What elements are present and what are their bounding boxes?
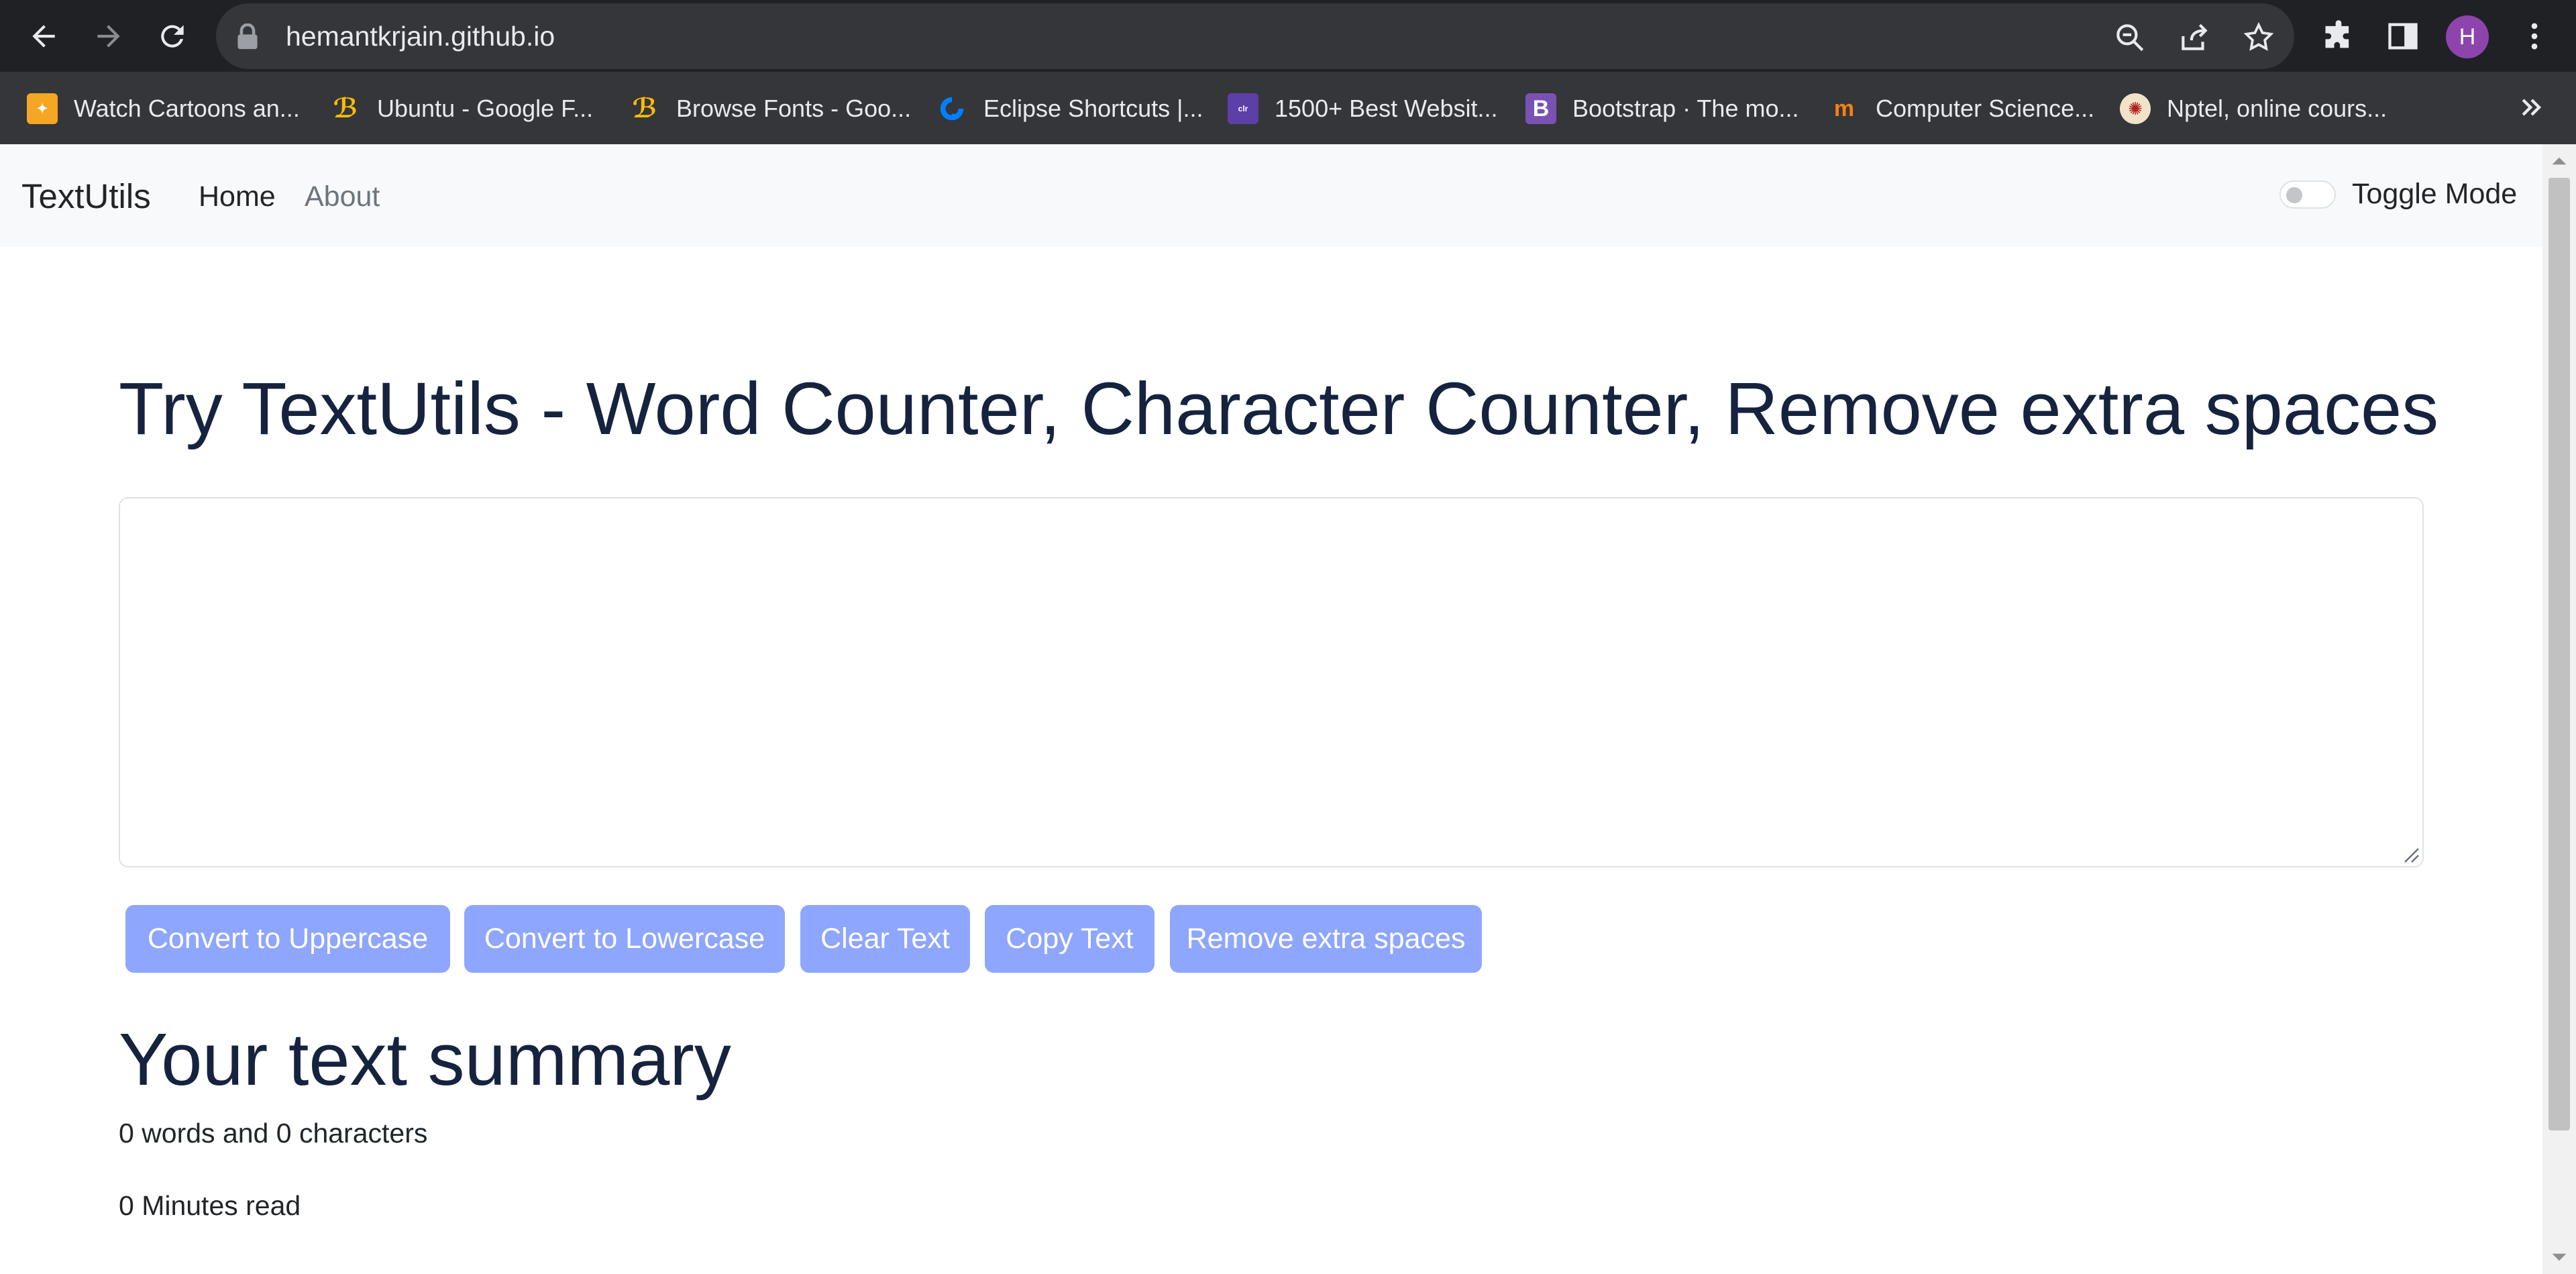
bookmark-ubuntu-google-fonts[interactable]: ℬ Ubuntu - Google F...	[330, 90, 593, 127]
toggle-mode-label[interactable]: Toggle Mode	[2352, 174, 2517, 214]
bookmark-eclipse-shortcuts[interactable]: Eclipse Shortcuts |...	[936, 90, 1203, 127]
moodle-favicon: m	[1833, 95, 1855, 121]
scroll-down-arrow-icon[interactable]	[2551, 1249, 2568, 1266]
resize-handle-icon[interactable]	[2401, 845, 2420, 863]
cartoon-site-favicon: ✦	[27, 93, 58, 124]
navbar-brand[interactable]: TextUtils	[21, 175, 151, 218]
bookmark-bootstrap[interactable]: B Bootstrap · The mo...	[1525, 90, 1799, 127]
bootstrap-favicon: B	[1525, 93, 1556, 124]
nav-link-about[interactable]: About	[305, 176, 380, 217]
page-content: TextUtils Home About Toggle Mode Try Tex…	[0, 144, 2542, 1274]
side-panel-icon[interactable]	[2385, 19, 2420, 54]
scroll-thumb[interactable]	[2548, 178, 2570, 1130]
convert-uppercase-button[interactable]: Convert to Uppercase	[125, 905, 450, 973]
page-scrollbar[interactable]	[2542, 144, 2576, 1274]
share-icon[interactable]	[2178, 21, 2211, 54]
summary-title: Your text summary	[119, 1018, 731, 1101]
profile-avatar[interactable]: H	[2446, 15, 2489, 58]
kebab-menu-icon[interactable]	[2517, 19, 2552, 54]
lock-icon[interactable]	[235, 23, 260, 50]
back-arrow-icon[interactable]	[23, 15, 64, 57]
scroll-up-arrow-icon[interactable]	[2551, 152, 2568, 170]
browser-toolbar: hemantkrjain.github.io H	[0, 0, 2576, 72]
google-fonts-favicon: ℬ	[632, 94, 657, 123]
zoom-out-icon[interactable]	[2113, 21, 2147, 54]
dark-mode-switch[interactable]	[2279, 180, 2336, 209]
clear-text-button[interactable]: Clear Text	[800, 905, 970, 973]
switch-knob	[2286, 187, 2302, 203]
colorlib-favicon: clr	[1228, 93, 1258, 124]
bookmark-best-websites[interactable]: clr 1500+ Best Websit...	[1228, 90, 1498, 127]
text-input-area[interactable]	[119, 497, 2424, 867]
address-bar[interactable]: hemantkrjain.github.io	[216, 3, 2294, 69]
bookmarks-bar: ✦ Watch Cartoons an... ℬ Ubuntu - Google…	[0, 72, 2576, 144]
page-heading: Try TextUtils - Word Counter, Character …	[119, 368, 2439, 450]
puzzle-icon[interactable]	[2321, 19, 2356, 54]
word-char-count: 0 words and 0 characters	[119, 1118, 428, 1149]
reload-icon[interactable]	[152, 15, 193, 57]
bookmark-browse-fonts[interactable]: ℬ Browse Fonts - Goo...	[629, 90, 911, 127]
copy-text-button[interactable]: Copy Text	[985, 905, 1155, 973]
digitalocean-favicon	[936, 93, 967, 124]
remove-extra-spaces-button[interactable]: Remove extra spaces	[1170, 905, 1482, 973]
forward-arrow-icon[interactable]	[88, 15, 129, 57]
bookmark-watch-cartoons[interactable]: ✦ Watch Cartoons an...	[27, 90, 300, 127]
google-fonts-favicon: ℬ	[333, 94, 358, 123]
read-time: 0 Minutes read	[119, 1190, 301, 1221]
convert-lowercase-button[interactable]: Convert to Lowercase	[464, 905, 785, 973]
bookmark-nptel[interactable]: ✺ Nptel, online cours...	[2120, 90, 2387, 127]
nav-link-home[interactable]: Home	[199, 176, 276, 217]
url-text: hemantkrjain.github.io	[286, 21, 555, 52]
site-navbar: TextUtils Home About Toggle Mode	[0, 144, 2542, 247]
bookmark-computer-science[interactable]: m Computer Science...	[1829, 90, 2094, 127]
star-icon[interactable]	[2242, 21, 2275, 54]
nptel-favicon: ✺	[2120, 93, 2151, 124]
chevron-double-right-icon[interactable]	[2517, 93, 2546, 122]
